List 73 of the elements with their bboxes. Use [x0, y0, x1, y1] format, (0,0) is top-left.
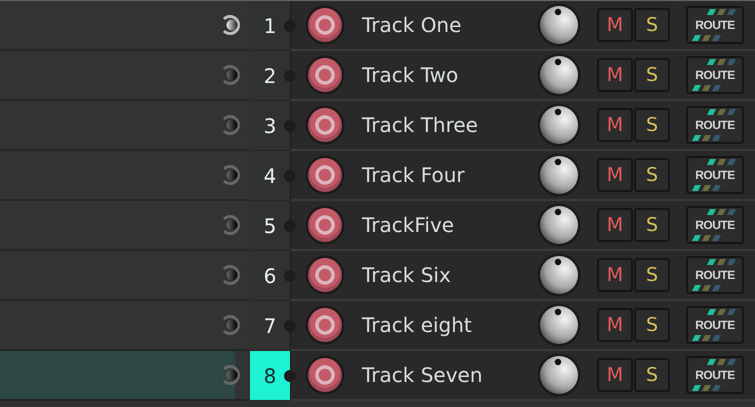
volume-knob[interactable] [537, 303, 581, 347]
stripes-icon [707, 159, 736, 165]
mute-button[interactable]: M [597, 8, 633, 42]
route-button[interactable]: ROUTE [686, 356, 744, 394]
volume-knob[interactable] [537, 153, 581, 197]
track-name[interactable]: Track eight [362, 313, 537, 337]
monitor-icon[interactable] [220, 14, 242, 36]
track-name[interactable]: Track One [362, 13, 537, 37]
mute-button[interactable]: M [597, 208, 633, 242]
solo-button[interactable]: S [634, 358, 670, 392]
solo-button[interactable]: S [634, 158, 670, 192]
monitor-icon[interactable] [220, 164, 242, 186]
monitor-icon[interactable] [220, 64, 242, 86]
record-arm-button[interactable] [305, 105, 345, 145]
monitor-icon[interactable] [220, 314, 242, 336]
record-arm-button[interactable] [305, 55, 345, 95]
route-button[interactable]: ROUTE [686, 206, 744, 244]
monitor-icon[interactable] [220, 364, 242, 386]
track-number[interactable]: 8 [250, 351, 290, 401]
route-button[interactable]: ROUTE [686, 56, 744, 94]
solo-button[interactable]: S [634, 108, 670, 142]
stripes-icon [692, 335, 721, 341]
stripes-icon [707, 259, 736, 265]
solo-button[interactable]: S [634, 258, 670, 292]
track-name[interactable]: Track Seven [362, 363, 537, 387]
volume-knob[interactable] [537, 103, 581, 147]
track-name[interactable]: TrackFive [362, 213, 537, 237]
mute-button[interactable]: M [597, 258, 633, 292]
volume-knob[interactable] [537, 53, 581, 97]
stripes-icon [707, 109, 736, 115]
stripes-icon [692, 135, 721, 141]
stripes-icon [707, 209, 736, 215]
volume-knob[interactable] [537, 3, 581, 47]
solo-button[interactable]: S [634, 308, 670, 342]
track-name[interactable]: Track Four [362, 163, 537, 187]
monitor-icon[interactable] [220, 264, 242, 286]
track-name[interactable]: Track Six [362, 263, 537, 287]
route-button[interactable]: ROUTE [686, 156, 744, 194]
solo-button[interactable]: S [634, 58, 670, 92]
record-arm-button[interactable] [305, 155, 345, 195]
solo-button[interactable]: S [634, 208, 670, 242]
route-button[interactable]: ROUTE [686, 6, 744, 44]
mute-button[interactable]: M [597, 108, 633, 142]
mute-button[interactable]: M [597, 58, 633, 92]
volume-knob[interactable] [537, 253, 581, 297]
stripes-icon [692, 35, 721, 41]
record-arm-button[interactable] [305, 5, 345, 45]
stripes-icon [692, 185, 721, 191]
record-arm-button[interactable] [305, 305, 345, 345]
record-arm-button[interactable] [305, 205, 345, 245]
mute-button[interactable]: M [597, 308, 633, 342]
route-button[interactable]: ROUTE [686, 306, 744, 344]
stripes-icon [692, 385, 721, 391]
track-name[interactable]: Track Three [362, 113, 537, 137]
solo-button[interactable]: S [634, 8, 670, 42]
route-button[interactable]: ROUTE [686, 256, 744, 294]
mute-button[interactable]: M [597, 358, 633, 392]
stripes-icon [707, 359, 736, 365]
stripes-icon [692, 85, 721, 91]
track-name[interactable]: Track Two [362, 63, 537, 87]
route-button[interactable]: ROUTE [686, 106, 744, 144]
stripes-icon [692, 235, 721, 241]
mute-button[interactable]: M [597, 158, 633, 192]
volume-knob[interactable] [537, 353, 581, 397]
stripes-icon [707, 9, 736, 15]
monitor-icon[interactable] [220, 114, 242, 136]
stripes-icon [707, 59, 736, 65]
volume-knob[interactable] [537, 203, 581, 247]
stripes-icon [692, 285, 721, 291]
record-arm-button[interactable] [305, 355, 345, 395]
stripes-icon [707, 309, 736, 315]
record-arm-button[interactable] [305, 255, 345, 295]
monitor-icon[interactable] [220, 214, 242, 236]
